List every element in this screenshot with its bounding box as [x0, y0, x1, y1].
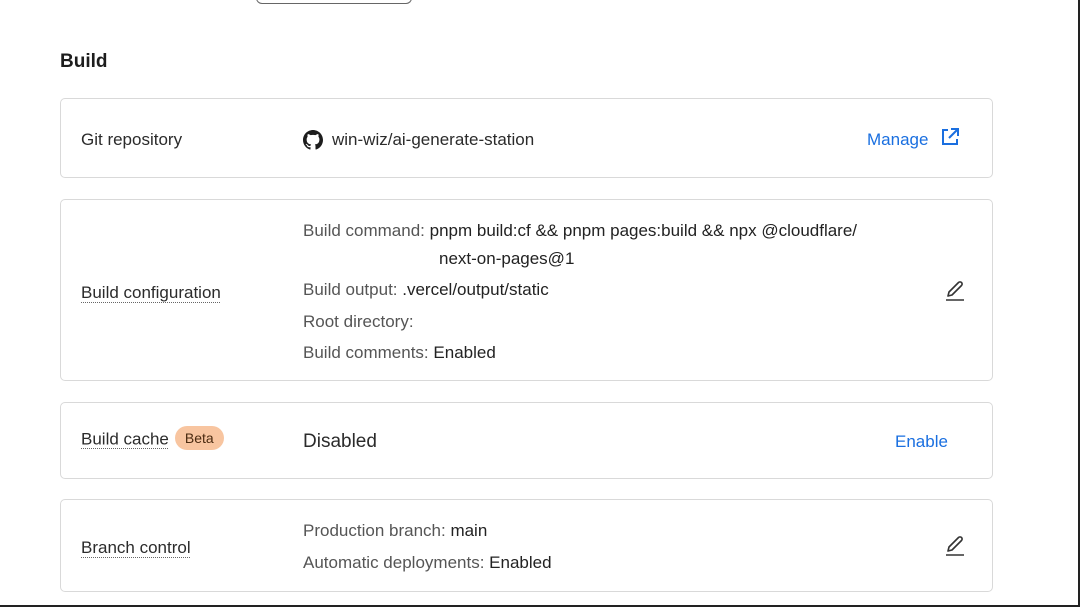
automatic-deployments-key: Automatic deployments: [303, 553, 485, 572]
build-cache-label-group: Build cache Beta [81, 426, 224, 452]
automatic-deployments-value: Enabled [489, 553, 552, 572]
top-partial-button[interactable] [256, 0, 412, 4]
beta-badge: Beta [174, 426, 224, 450]
root-directory-row: Root directory: [303, 312, 414, 332]
build-comments-value: Enabled [433, 343, 496, 362]
pencil-icon[interactable] [943, 534, 967, 558]
build-command-value: pnpm build:cf && pnpm pages:build && npx… [429, 221, 858, 240]
build-config-values: Build command: pnpm build:cf && pnpm pag… [303, 200, 943, 380]
branch-control-card: Branch control Production branch: main A… [60, 499, 993, 592]
manage-label[interactable]: Manage [867, 130, 928, 150]
enable-build-cache-button[interactable]: Enable [895, 432, 948, 452]
branch-control-values: Production branch: main Automatic deploy… [303, 500, 803, 590]
build-comments-key: Build comments: [303, 343, 429, 362]
build-cache-label[interactable]: Build cache [81, 429, 169, 448]
git-repo-name[interactable]: win-wiz/ai-generate-station [332, 130, 534, 150]
build-configuration-label[interactable]: Build configuration [81, 283, 221, 303]
build-output-key: Build output: [303, 280, 398, 299]
automatic-deployments-row: Automatic deployments: Enabled [303, 553, 552, 573]
build-output-value: .vercel/output/static [402, 280, 549, 299]
section-title: Build [60, 51, 108, 72]
github-icon [303, 130, 323, 150]
pencil-icon[interactable] [943, 279, 967, 303]
branch-control-label[interactable]: Branch control [81, 538, 191, 558]
external-link-icon[interactable] [939, 126, 961, 148]
build-configuration-card: Build configuration Build command: pnpm … [60, 199, 993, 381]
build-cache-status: Disabled [303, 431, 377, 452]
build-command-key: Build command: [303, 221, 425, 240]
build-output-row: Build output: .vercel/output/static [303, 280, 549, 300]
build-command-row: Build command: pnpm build:cf && pnpm pag… [303, 221, 857, 241]
production-branch-key: Production branch: [303, 521, 446, 540]
build-comments-row: Build comments: Enabled [303, 343, 496, 363]
build-command-value-continued: next-on-pages@1 [439, 249, 575, 268]
git-repository-label: Git repository [81, 130, 183, 149]
build-cache-card: Build cache Beta Disabled Enable [60, 402, 993, 479]
git-repo-value: win-wiz/ai-generate-station [303, 130, 534, 150]
git-repository-card: Git repository win-wiz/ai-generate-stati… [60, 98, 993, 178]
root-directory-key: Root directory: [303, 312, 414, 331]
production-branch-value: main [450, 521, 488, 540]
production-branch-row: Production branch: main [303, 521, 487, 541]
manage-link[interactable]: Manage [867, 126, 961, 151]
